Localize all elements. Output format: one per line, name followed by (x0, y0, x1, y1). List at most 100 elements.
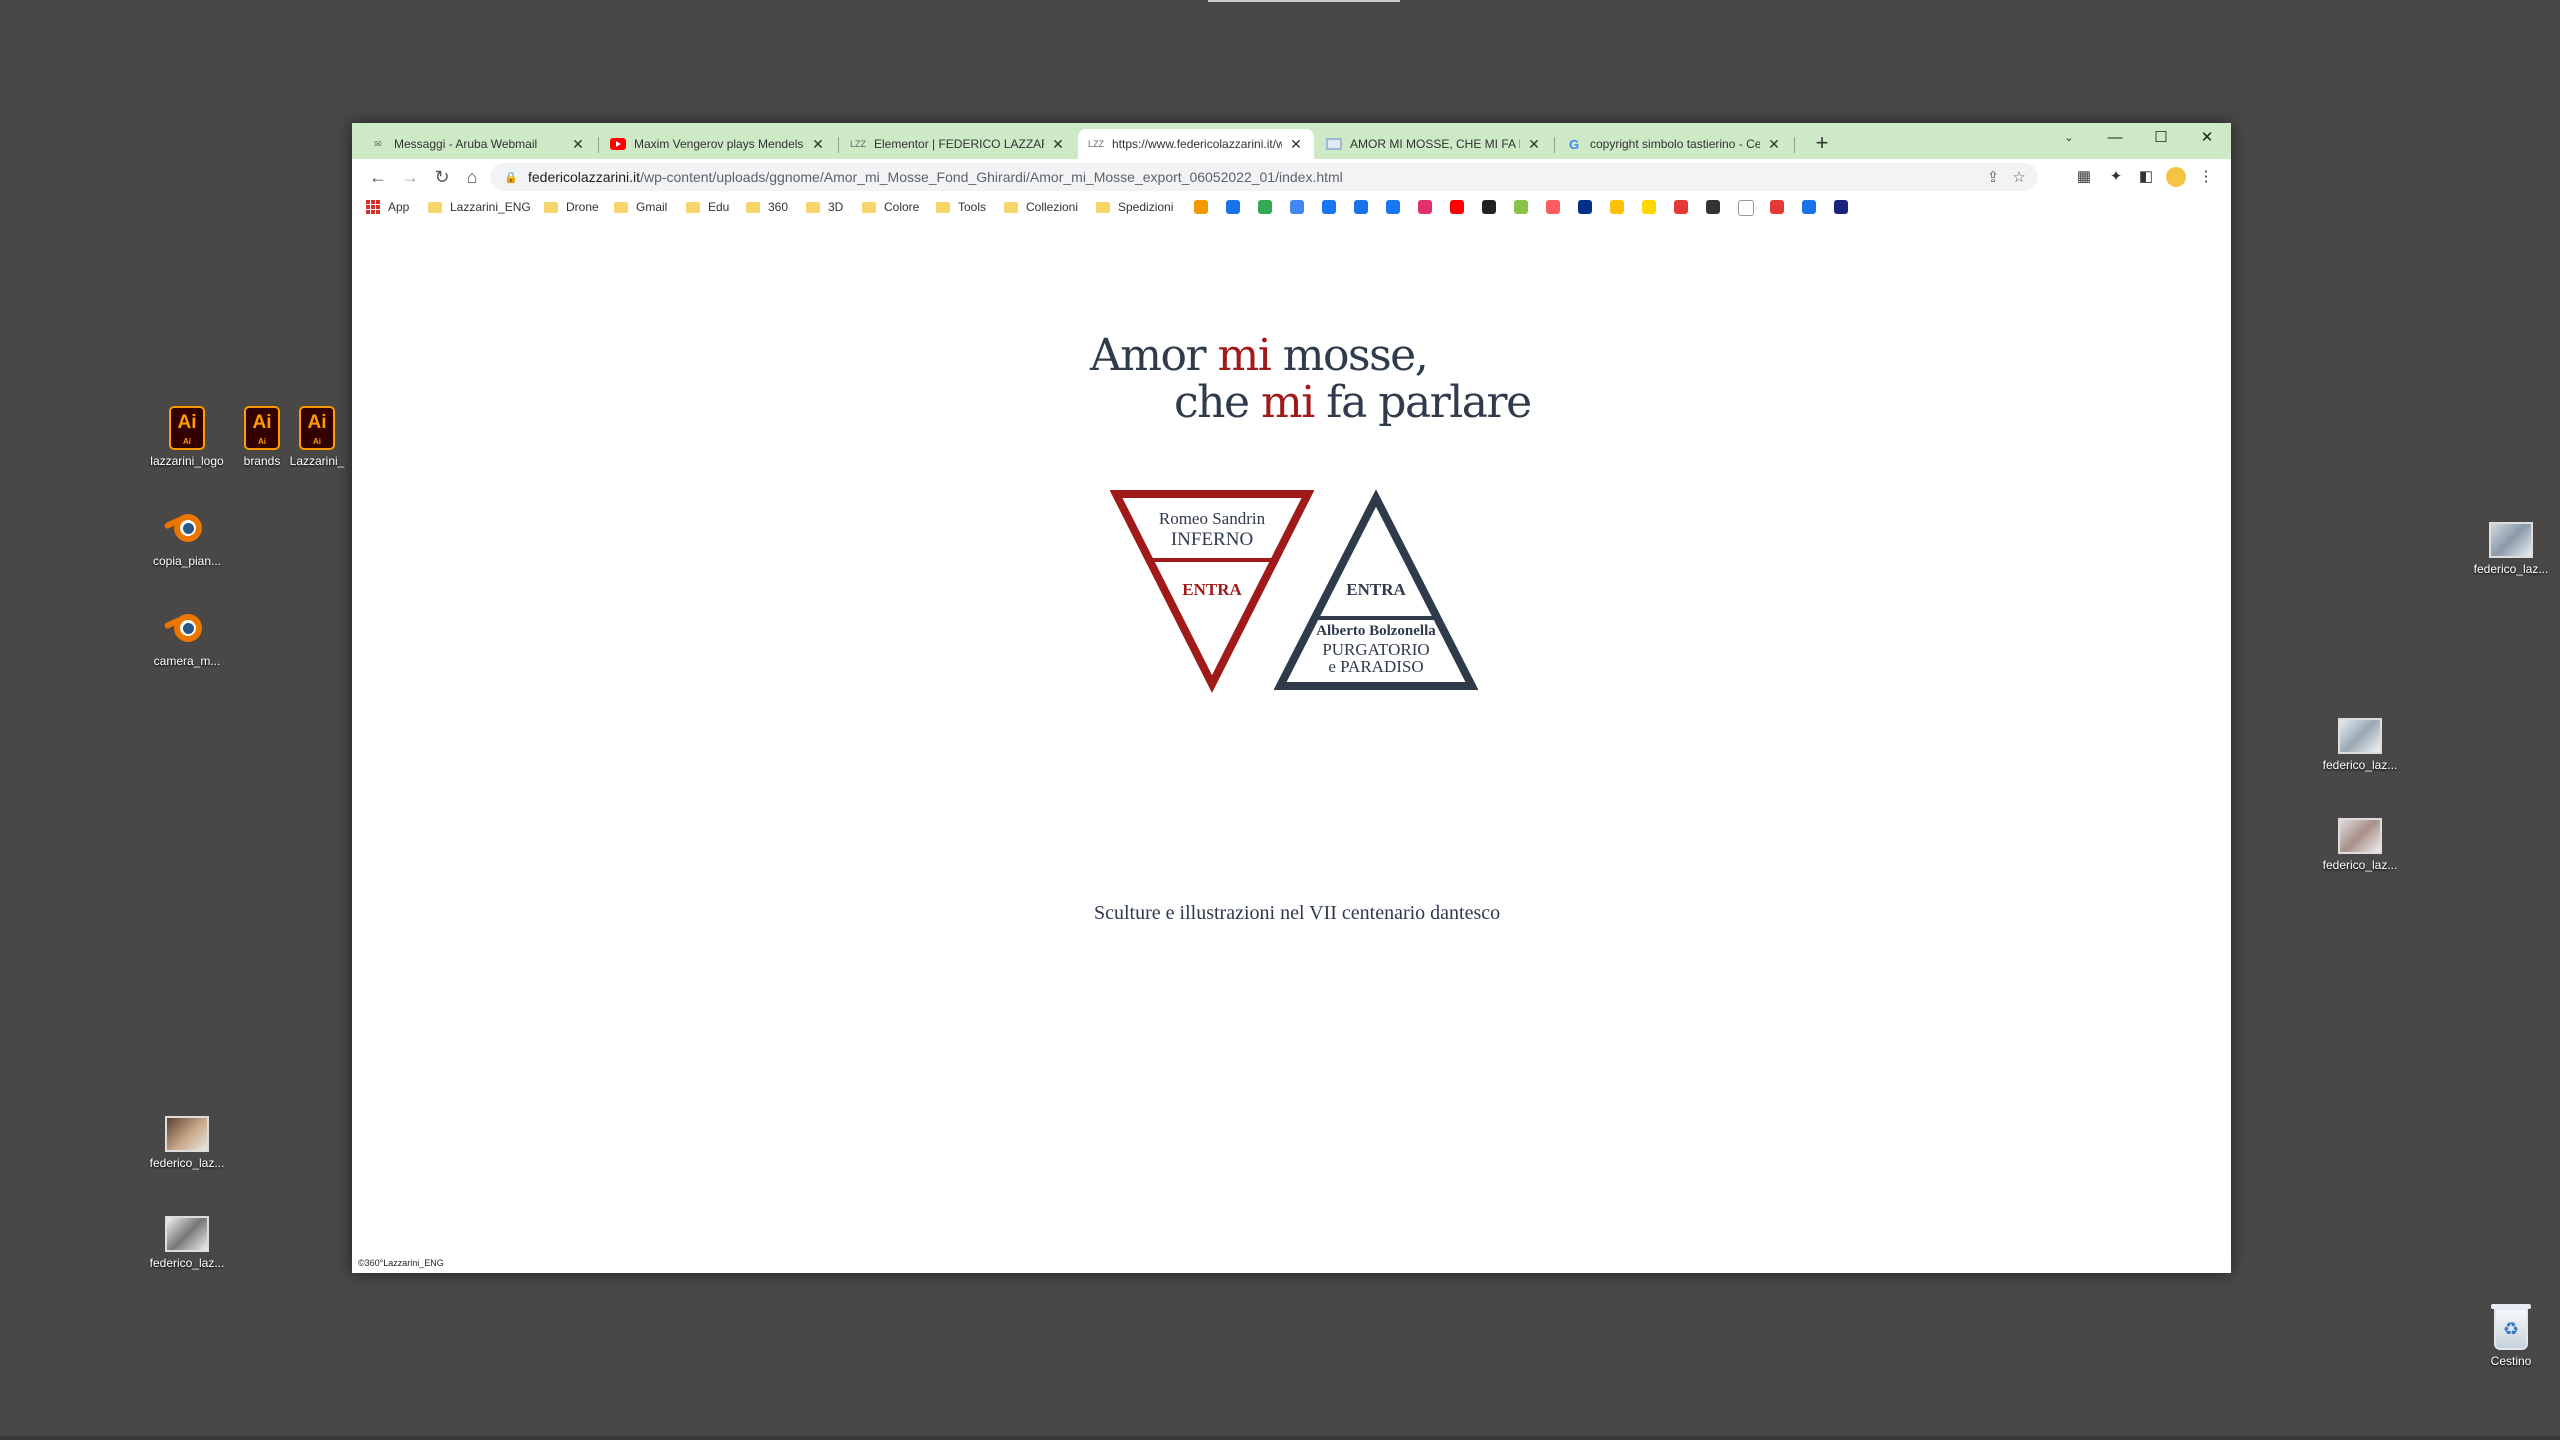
bookmark-apps[interactable]: App (366, 198, 409, 216)
tab-google-search[interactable]: G copyright simbolo tastierino - Ce ✕ (1556, 129, 1792, 159)
bookmark-favicon-icon[interactable] (1578, 200, 1592, 214)
bookmark-favicon-icon[interactable] (1194, 200, 1208, 214)
illustrator-file-icon: Ai Ai (169, 406, 205, 450)
extension-qr-icon[interactable]: ▦ (2072, 165, 2096, 189)
address-bar[interactable]: 🔒 federicolazzarini.it/wp-content/upload… (490, 163, 2038, 191)
folder-icon (1004, 201, 1018, 213)
desktop-icon-federico-laz-4[interactable]: federico_laz... (2305, 718, 2415, 772)
bookmark-favicon-icon[interactable] (1386, 200, 1400, 214)
bookmark-favicon-icon[interactable] (1834, 200, 1848, 214)
desktop-icon-federico-laz-5[interactable]: federico_laz... (2305, 818, 2415, 872)
bookmark-favicon-icon[interactable] (1514, 200, 1528, 214)
bookmark-favicon-icon[interactable] (1418, 200, 1432, 214)
bookmark-folder-lazzarini-eng[interactable]: Lazzarini_ENG (428, 198, 531, 216)
recycle-bin[interactable]: ♻ Cestino (2456, 1304, 2560, 1368)
minimize-button[interactable]: — (2092, 123, 2138, 155)
desktop-icon-lazzarini[interactable]: Ai Ai Lazzarini_ (282, 406, 352, 468)
extensions-puzzle-icon[interactable]: ✦ (2104, 165, 2128, 189)
tab-divider (1554, 137, 1555, 153)
menu-kebab-icon[interactable]: ⋮ (2194, 165, 2218, 189)
tab-strip: ✉ Messaggi - Aruba Webmail ✕ Maxim Venge… (352, 123, 2231, 159)
bookmark-favicon-icon[interactable] (1738, 200, 1754, 216)
close-tab-icon[interactable]: ✕ (1050, 136, 1066, 153)
tab-youtube[interactable]: Maxim Vengerov plays Mendelsso ✕ (600, 129, 836, 159)
title-line-1: Amor mi mosse, (1090, 330, 1429, 381)
tab-divider (1794, 137, 1795, 153)
close-tab-icon[interactable]: ✕ (810, 136, 826, 153)
desktop-icon-camera-m[interactable]: camera_m... (132, 610, 242, 668)
bookmark-favicon-icon[interactable] (1226, 200, 1240, 214)
bookmark-favicon-icon[interactable] (1450, 200, 1464, 214)
new-tab-button[interactable]: + (1808, 129, 1836, 157)
close-tab-icon[interactable]: ✕ (570, 136, 586, 153)
desktop-icon-copia-pian[interactable]: copia_pian... (132, 510, 242, 568)
blender-file-icon (163, 610, 210, 650)
bookmark-folder-collezioni[interactable]: Collezioni (1004, 198, 1078, 216)
address-url[interactable]: federicolazzarini.it/wp-content/uploads/… (528, 169, 1980, 185)
side-panel-icon[interactable]: ◧ (2134, 165, 2158, 189)
bookmark-folder-360[interactable]: 360 (746, 198, 788, 216)
bookmark-favicon-icon[interactable] (1642, 200, 1656, 214)
bookmark-favicon-icon[interactable] (1610, 200, 1624, 214)
forward-button[interactable]: → (398, 165, 422, 189)
title-line-2: che mi fa parlare (1174, 377, 1532, 428)
bookmark-folder-tools[interactable]: Tools (936, 198, 986, 216)
blender-file-icon (163, 510, 210, 550)
image-thumbnail-icon (2489, 522, 2533, 558)
bookmark-favicon-icon[interactable] (1770, 200, 1784, 214)
bookmark-favicon-icon[interactable] (1322, 200, 1336, 214)
folder-icon (428, 201, 442, 213)
bookmark-favicon-icon[interactable] (1706, 200, 1720, 214)
desktop-icon-federico-laz-2[interactable]: federico_laz... (132, 1216, 242, 1270)
copyright-footer: ©360°Lazzarini_ENG (358, 1258, 444, 1268)
reload-button[interactable]: ↻ (430, 165, 454, 189)
bookmarks-bar: App Lazzarini_ENG Drone Gmail Edu 360 3D… (352, 195, 2231, 220)
folder-icon (806, 201, 820, 213)
bookmark-favicon-icon[interactable] (1674, 200, 1688, 214)
purgatorio-enter-button[interactable]: ENTRA (1274, 580, 1478, 600)
purgatorio-author: Alberto Bolzonella (1316, 623, 1436, 639)
bookmark-star-icon[interactable]: ☆ (2006, 168, 2032, 186)
profile-avatar[interactable] (2164, 165, 2188, 189)
tab-elementor[interactable]: LZZ Elementor | FEDERICO LAZZARINI ✕ (840, 129, 1076, 159)
web-page: Amor mi mosse, che mi fa parlare Romeo S… (352, 219, 2231, 1273)
close-tab-icon[interactable]: ✕ (1766, 136, 1782, 153)
mail-icon: ✉ (374, 138, 382, 149)
back-button[interactable]: ← (366, 165, 390, 189)
bookmark-favicon-icon[interactable] (1290, 200, 1304, 214)
tab-aruba-webmail[interactable]: ✉ Messaggi - Aruba Webmail ✕ (360, 129, 596, 159)
lzz-icon: LZZ (850, 139, 867, 149)
bookmark-favicon-icon[interactable] (1354, 200, 1368, 214)
bookmark-folder-drone[interactable]: Drone (544, 198, 599, 216)
tab-active-federicolazzarini[interactable]: LZZ https://www.federicolazzarini.it/w ✕ (1078, 129, 1314, 159)
maximize-button[interactable]: ☐ (2138, 123, 2184, 155)
desktop-icon-federico-laz-1[interactable]: federico_laz... (132, 1116, 242, 1170)
bookmark-favicon-icon[interactable] (1482, 200, 1496, 214)
close-tab-icon[interactable]: ✕ (1288, 136, 1304, 153)
folder-icon (544, 201, 558, 213)
close-tab-icon[interactable]: ✕ (1526, 136, 1542, 153)
taskbar-edge (1208, 0, 1400, 2)
lzz-icon: LZZ (1088, 139, 1105, 149)
tab-search-button[interactable]: ⌄ (2046, 123, 2092, 155)
image-thumbnail-icon (2338, 718, 2382, 754)
taskbar-bottom-edge (0, 1436, 2560, 1440)
share-icon[interactable]: ⇪ (1980, 168, 2006, 186)
bookmark-favicon-icon[interactable] (1258, 200, 1272, 214)
home-button[interactable]: ⌂ (460, 165, 484, 189)
bookmark-folder-3d[interactable]: 3D (806, 198, 843, 216)
close-window-button[interactable]: ✕ (2184, 123, 2230, 155)
bookmark-folder-edu[interactable]: Edu (686, 198, 729, 216)
browser-toolbar: ← → ↻ ⌂ 🔒 federicolazzarini.it/wp-conten… (352, 159, 2231, 195)
image-icon (1326, 136, 1342, 152)
bookmark-favicon-icon[interactable] (1546, 200, 1560, 214)
bookmark-favicon-icon[interactable] (1802, 200, 1816, 214)
tab-amor-mi-mosse[interactable]: AMOR MI MOSSE, CHE MI FA PA ✕ (1316, 129, 1552, 159)
bookmark-folder-spedizioni[interactable]: Spedizioni (1096, 198, 1173, 216)
folder-icon (614, 201, 628, 213)
browser-window: ✉ Messaggi - Aruba Webmail ✕ Maxim Venge… (352, 123, 2231, 1273)
desktop-icon-federico-laz-3[interactable]: federico_laz... (2456, 522, 2560, 576)
bookmark-folder-colore[interactable]: Colore (862, 198, 919, 216)
bookmark-folder-gmail[interactable]: Gmail (614, 198, 667, 216)
image-thumbnail-icon (165, 1116, 209, 1152)
